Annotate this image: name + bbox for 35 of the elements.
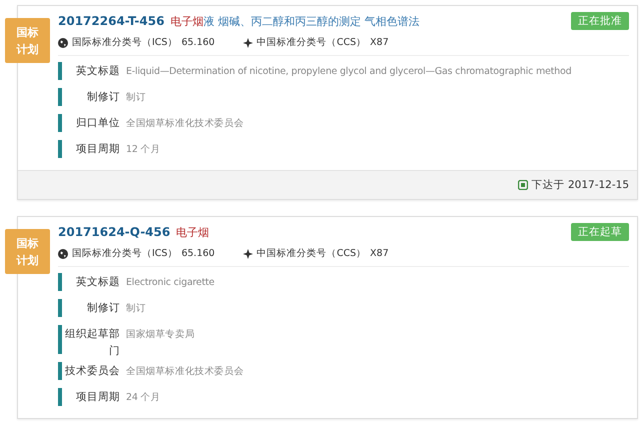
field-value: 12 个月 xyxy=(125,143,160,157)
issue-date: 下达于 2017-12-15 xyxy=(532,178,629,192)
ics-value: 65.160 xyxy=(181,37,215,48)
field-value: 国家烟草专卖局 xyxy=(125,328,195,342)
field-label: 制修订 xyxy=(86,301,120,316)
field-value: 制订 xyxy=(125,302,146,316)
field-label: 归口单位 xyxy=(75,116,120,131)
field-label: 技术委员会 xyxy=(64,364,120,379)
plan-badge: 国标计划 xyxy=(5,229,50,274)
field-label: 项目周期 xyxy=(75,142,120,157)
ics-label: 国际标准分类号（ICS） xyxy=(72,36,178,49)
standard-code[interactable]: 20171624-Q-456 xyxy=(58,225,170,239)
field-value: 全国烟草标准化技术委员会 xyxy=(125,117,244,131)
field-label: 项目周期 xyxy=(75,390,120,405)
field-label: 组织起草部门 xyxy=(64,327,120,359)
ccs-value: X87 xyxy=(370,37,389,48)
ics-label: 国际标准分类号（ICS） xyxy=(72,247,178,260)
field-label: 英文标题 xyxy=(75,275,120,290)
ics-value: 65.160 xyxy=(181,248,215,259)
field-label: 英文标题 xyxy=(75,64,120,79)
status-badge: 正在批准 xyxy=(571,12,629,30)
standard-title: 电子烟 xyxy=(176,224,210,240)
ccs-label: 中国标准分类号（CCS） xyxy=(256,247,366,260)
field-value: 24 个月 xyxy=(125,391,160,405)
plan-badge: 国标计划 xyxy=(5,18,50,63)
ccs-label: 中国标准分类号（CCS） xyxy=(256,36,366,49)
status-badge: 正在起草 xyxy=(571,223,629,241)
field-value: Electronic cigarette xyxy=(125,276,214,290)
field-value: 全国烟草标准化技术委员会 xyxy=(125,365,244,379)
field-label: 制修订 xyxy=(86,90,120,105)
ccs-value: X87 xyxy=(370,248,389,259)
field-value: E-liquid—Determination of nicotine, propylene glycol and glycerol—Gas chromatographic method xyxy=(125,65,572,79)
standard-title: 电子烟液 烟碱、丙二醇和丙三醇的测定 气相色谱法 xyxy=(170,14,420,28)
standard-code[interactable]: 20172264-T-456 xyxy=(58,14,164,28)
field-value: 制订 xyxy=(125,91,146,105)
